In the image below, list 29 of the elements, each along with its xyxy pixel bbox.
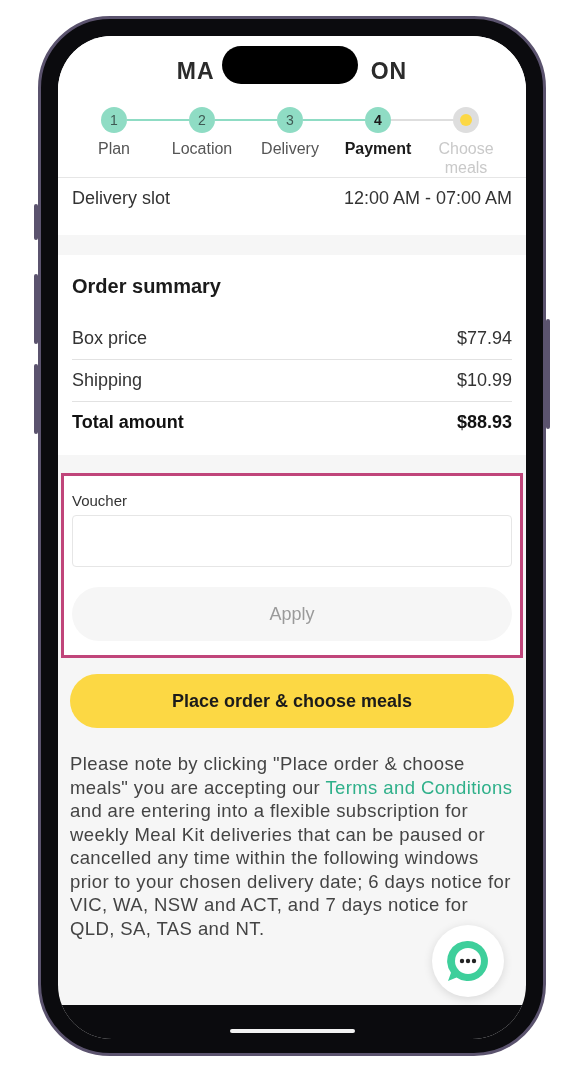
- step-connector: [215, 119, 277, 121]
- step-circle: 3: [277, 107, 303, 133]
- step-connector: [303, 119, 365, 121]
- row-label: Total amount: [72, 412, 184, 433]
- terms-notice: Please note by clicking "Place order & choose meals" you are accepting our Terms and Conditions and are entering into a flexible subscription for weekly Meal Kit deliveries that can be paused or cancelled any time within the following windows prior to your chosen delivery date; 6 days notice for VIC, WA, NSW and ACT, and 7 days notice for QLD, SA, TAS and NT.: [70, 752, 514, 940]
- row-value: $10.99: [456, 370, 512, 391]
- voucher-field[interactable]: [72, 515, 512, 567]
- terms-link[interactable]: Terms and Conditions: [325, 776, 513, 798]
- field-label: Voucher: [72, 492, 129, 509]
- step-connector: [391, 119, 453, 121]
- logo-text: MA: [176, 58, 215, 85]
- row-label: Delivery slot: [72, 188, 171, 209]
- step-label: Plan: [98, 139, 130, 158]
- chat-button[interactable]: [432, 925, 504, 997]
- step-label: Delivery: [261, 139, 319, 158]
- step-label: Location: [171, 139, 233, 158]
- step-circle: 2: [189, 107, 215, 133]
- row-value: $88.93: [456, 412, 512, 433]
- logo-text: ON: [370, 58, 408, 85]
- place-order-button[interactable]: Place order & choose meals: [70, 674, 514, 728]
- row-label: Shipping: [72, 370, 143, 391]
- row-value: $77.94: [456, 328, 512, 349]
- step-circle: 1: [101, 107, 127, 133]
- row-value: 12:00 AM - 07:00 AM: [343, 188, 512, 209]
- section-title: Order summary: [72, 275, 222, 298]
- step-label: Payment: [344, 139, 412, 158]
- row-label: Box price: [72, 328, 148, 349]
- step-connector: [127, 119, 189, 121]
- step-circle: 4: [365, 107, 391, 133]
